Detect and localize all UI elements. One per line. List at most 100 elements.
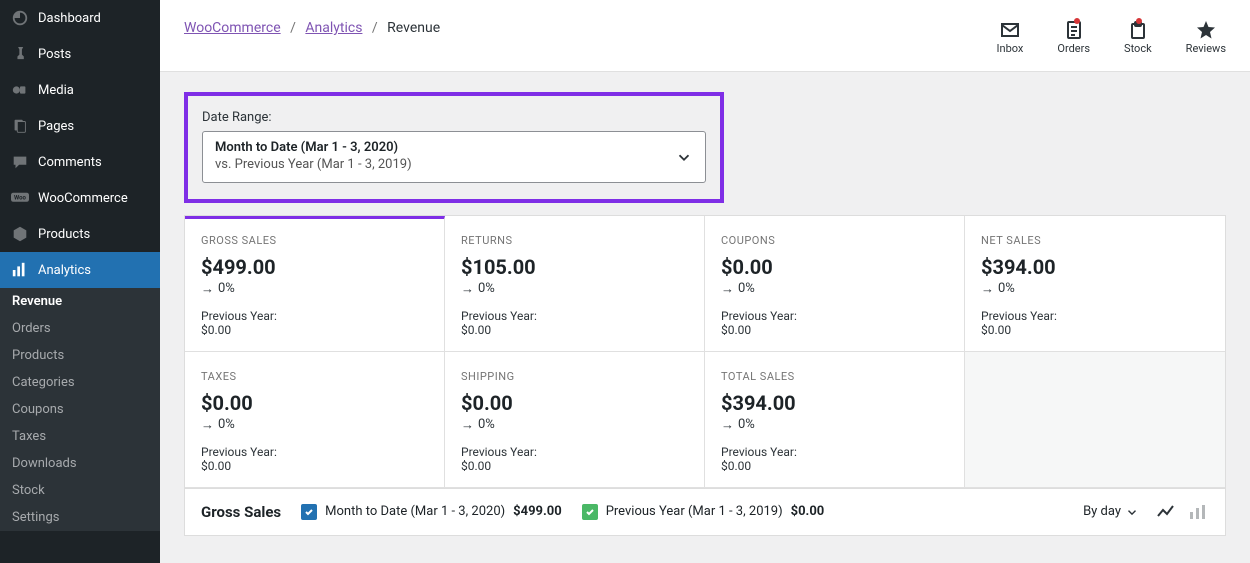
metric-title: GROSS SALES xyxy=(201,234,428,247)
sidebar-item-comments[interactable]: Comments xyxy=(0,144,160,180)
breadcrumb-analytics[interactable]: Analytics xyxy=(305,20,362,36)
svg-text:Woo: Woo xyxy=(14,195,27,202)
chart-legend-previous[interactable]: Previous Year (Mar 1 - 3, 2019) $0.00 xyxy=(582,504,825,520)
metric-title: COUPONS xyxy=(721,234,948,247)
arrow-right-icon: → xyxy=(721,281,734,297)
legend-label: Month to Date (Mar 1 - 3, 2020) xyxy=(325,504,505,519)
metric-prev-label: Previous Year: xyxy=(721,445,948,459)
star-icon xyxy=(1196,20,1216,40)
sidebar-sub-orders[interactable]: Orders xyxy=(0,315,160,342)
sidebar-sub-downloads[interactable]: Downloads xyxy=(0,450,160,477)
chart-title: Gross Sales xyxy=(201,503,281,521)
arrow-right-icon: → xyxy=(461,281,474,297)
chevron-down-icon xyxy=(675,148,693,166)
metric-shipping[interactable]: SHIPPING $0.00 →0% Previous Year: $0.00 xyxy=(445,352,705,488)
sidebar-item-label: Media xyxy=(38,83,74,98)
sidebar-item-woocommerce[interactable]: Woo WooCommerce xyxy=(0,180,160,216)
chevron-down-icon xyxy=(1125,505,1139,519)
metric-prev-value: $0.00 xyxy=(721,459,948,473)
metric-change: →0% xyxy=(201,281,428,297)
sidebar-item-media[interactable]: Media xyxy=(0,72,160,108)
notification-dot xyxy=(1074,18,1080,24)
metric-change: →0% xyxy=(981,281,1209,297)
media-icon xyxy=(10,80,30,100)
metric-prev-value: $0.00 xyxy=(461,459,688,473)
sidebar-item-dashboard[interactable]: Dashboard xyxy=(0,0,160,36)
metric-prev-value: $0.00 xyxy=(201,323,428,337)
metric-title: TOTAL SALES xyxy=(721,370,948,383)
metric-change: →0% xyxy=(461,417,688,433)
metric-value: $499.00 xyxy=(201,255,428,279)
breadcrumb-woocommerce[interactable]: WooCommerce xyxy=(184,20,281,36)
sidebar-item-products[interactable]: Products xyxy=(0,216,160,252)
sidebar-item-label: WooCommerce xyxy=(38,191,128,206)
sidebar-sub-revenue[interactable]: Revenue xyxy=(0,288,160,315)
metric-net-sales[interactable]: NET SALES $394.00 →0% Previous Year: $0.… xyxy=(965,216,1225,352)
metric-prev-value: $0.00 xyxy=(201,459,428,473)
metric-value: $105.00 xyxy=(461,255,688,279)
bar-chart-toggle[interactable] xyxy=(1187,501,1209,523)
metrics-grid: GROSS SALES $499.00 →0% Previous Year: $… xyxy=(184,215,1226,489)
topbar: WooCommerce / Analytics / Revenue Inbox … xyxy=(160,0,1250,72)
sidebar-sub-categories[interactable]: Categories xyxy=(0,369,160,396)
arrow-right-icon: → xyxy=(461,417,474,433)
interval-selector[interactable]: By day xyxy=(1083,504,1139,519)
sidebar-sub-coupons[interactable]: Coupons xyxy=(0,396,160,423)
analytics-icon xyxy=(10,260,30,280)
metric-value: $0.00 xyxy=(721,255,948,279)
sidebar-item-label: Comments xyxy=(38,155,102,170)
top-icon-stock[interactable]: Stock xyxy=(1124,20,1152,55)
sidebar-sub-settings[interactable]: Settings xyxy=(0,504,160,531)
metric-gross-sales[interactable]: GROSS SALES $499.00 →0% Previous Year: $… xyxy=(185,216,445,352)
sidebar-submenu: Revenue Orders Products Categories Coupo… xyxy=(0,288,160,531)
metric-value: $0.00 xyxy=(201,391,428,415)
sidebar-item-label: Pages xyxy=(38,119,74,134)
breadcrumb: WooCommerce / Analytics / Revenue xyxy=(184,20,440,36)
line-chart-toggle[interactable] xyxy=(1155,501,1177,523)
breadcrumb-current: Revenue xyxy=(387,20,440,36)
sidebar-item-label: Posts xyxy=(38,47,71,62)
date-range-main: Month to Date (Mar 1 - 3, 2020) xyxy=(215,140,412,157)
checkbox-icon xyxy=(582,504,598,520)
metric-coupons[interactable]: COUPONS $0.00 →0% Previous Year: $0.00 xyxy=(705,216,965,352)
metric-prev-label: Previous Year: xyxy=(201,309,428,323)
chart-header: Gross Sales Month to Date (Mar 1 - 3, 20… xyxy=(184,489,1226,536)
sidebar-sub-stock[interactable]: Stock xyxy=(0,477,160,504)
arrow-right-icon: → xyxy=(721,417,734,433)
checkbox-icon xyxy=(301,504,317,520)
sidebar-item-posts[interactable]: Posts xyxy=(0,36,160,72)
sidebar-item-label: Dashboard xyxy=(38,11,101,26)
sidebar-item-label: Analytics xyxy=(38,263,91,278)
sidebar-sub-products[interactable]: Products xyxy=(0,342,160,369)
sidebar-sub-taxes[interactable]: Taxes xyxy=(0,423,160,450)
sidebar-item-pages[interactable]: Pages xyxy=(0,108,160,144)
top-icon-label: Reviews xyxy=(1186,42,1226,55)
date-range-selector[interactable]: Month to Date (Mar 1 - 3, 2020) vs. Prev… xyxy=(202,131,706,183)
date-range-label: Date Range: xyxy=(202,110,706,125)
metric-prev-label: Previous Year: xyxy=(461,445,688,459)
metric-change: →0% xyxy=(461,281,688,297)
metric-value: $394.00 xyxy=(721,391,948,415)
metric-title: SHIPPING xyxy=(461,370,688,383)
sidebar-item-analytics[interactable]: Analytics xyxy=(0,252,160,288)
main-content: WooCommerce / Analytics / Revenue Inbox … xyxy=(160,0,1250,563)
metric-title: TAXES xyxy=(201,370,428,383)
metric-prev-label: Previous Year: xyxy=(461,309,688,323)
metric-title: RETURNS xyxy=(461,234,688,247)
top-icon-reviews[interactable]: Reviews xyxy=(1186,20,1226,55)
metric-taxes[interactable]: TAXES $0.00 →0% Previous Year: $0.00 xyxy=(185,352,445,488)
metric-change: →0% xyxy=(721,417,948,433)
metric-prev-label: Previous Year: xyxy=(721,309,948,323)
chart-legend-current[interactable]: Month to Date (Mar 1 - 3, 2020) $499.00 xyxy=(301,504,562,520)
metric-prev-label: Previous Year: xyxy=(201,445,428,459)
metric-returns[interactable]: RETURNS $105.00 →0% Previous Year: $0.00 xyxy=(445,216,705,352)
metric-total-sales[interactable]: TOTAL SALES $394.00 →0% Previous Year: $… xyxy=(705,352,965,488)
metric-prev-value: $0.00 xyxy=(981,323,1209,337)
date-range-highlight: Date Range: Month to Date (Mar 1 - 3, 20… xyxy=(184,92,724,203)
comment-icon xyxy=(10,152,30,172)
top-icon-inbox[interactable]: Inbox xyxy=(997,20,1024,55)
metric-title: NET SALES xyxy=(981,234,1209,247)
top-icon-orders[interactable]: Orders xyxy=(1057,20,1090,55)
metric-change: →0% xyxy=(721,281,948,297)
metric-prev-value: $0.00 xyxy=(721,323,948,337)
